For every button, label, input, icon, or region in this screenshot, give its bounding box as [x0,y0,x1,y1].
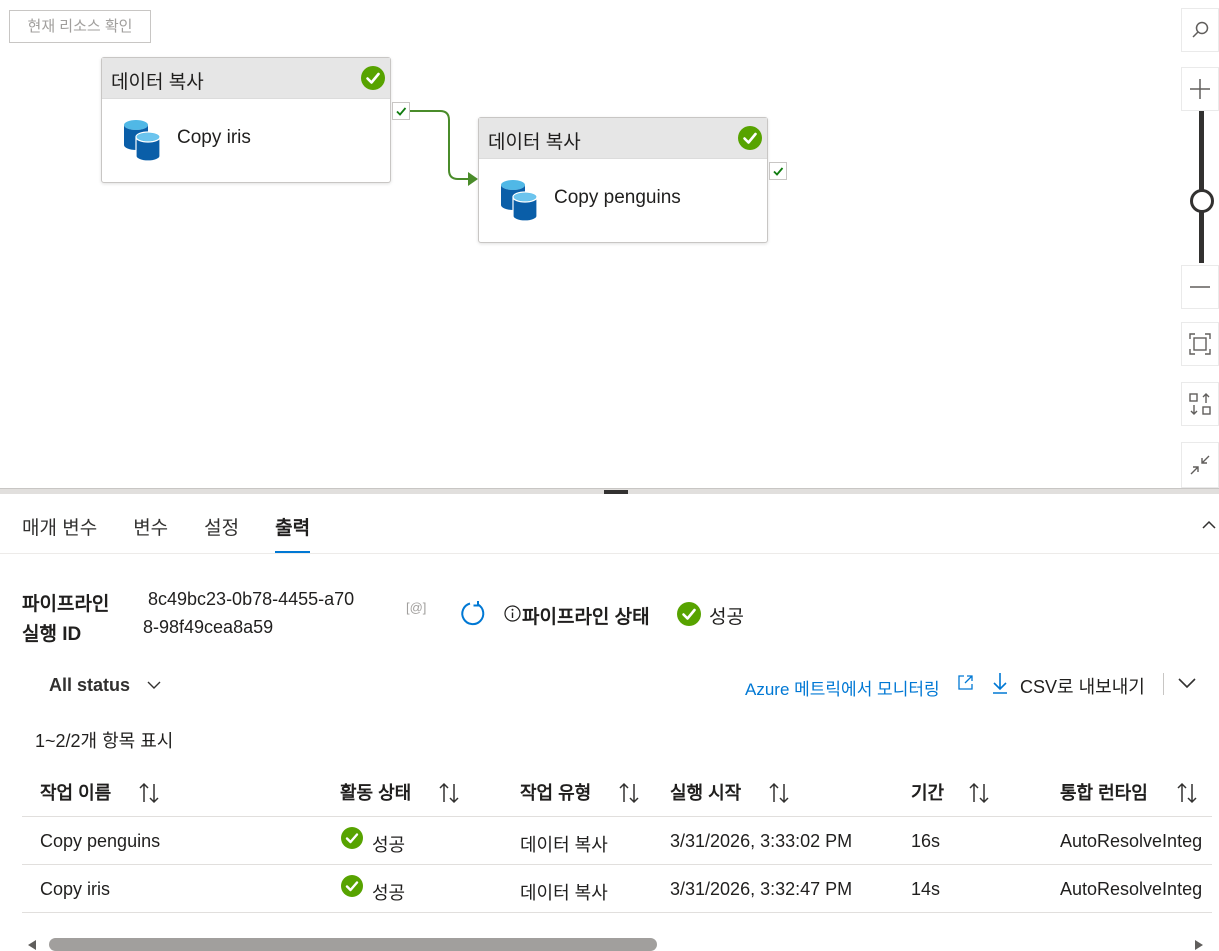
collapse-icon [1190,455,1210,475]
item-count-label: 1~2/2개 항목 표시 [35,731,174,751]
zoom-slider-thumb[interactable] [1190,189,1214,213]
cell-activity-type: 데이터 복사 [520,835,608,855]
header-divider [22,816,1212,817]
activity-name: Copy iris [177,127,251,148]
success-check-icon [677,602,701,626]
splitter-grip[interactable] [604,490,628,494]
zoom-out-button[interactable] [1181,265,1219,309]
database-icon [124,120,161,161]
search-icon [1192,21,1209,38]
column-header-activity-name[interactable]: 작업 이름 [40,779,111,805]
cell-duration: 16s [911,831,941,851]
bottom-panel-tabs: 매개 변수 변수 설정 출력 [22,513,346,554]
cell-activity-name[interactable]: Copy penguins [40,831,160,852]
column-header-activity-status[interactable]: 활동 상태 [340,779,411,805]
success-output-port[interactable] [769,162,787,180]
cell-integration-runtime: AutoResolveInteg [1060,879,1203,899]
success-output-port[interactable] [392,102,410,120]
success-check-icon [341,827,363,849]
fit-to-screen-button[interactable] [1181,322,1219,366]
activity-name: Copy penguins [554,187,681,208]
cell-activity-status: 성공 [372,835,406,855]
sort-icon[interactable] [767,781,791,805]
column-header-duration[interactable]: 기간 [911,779,944,805]
success-check-icon [341,875,363,897]
copy-icon[interactable]: [@] [406,600,426,615]
info-icon[interactable] [504,605,521,622]
sort-icon[interactable] [617,781,641,805]
scroll-right-arrow-icon[interactable] [1193,939,1205,951]
chevron-down-icon[interactable] [147,680,161,690]
row-divider [22,912,1212,913]
cell-activity-name[interactable]: Copy iris [40,879,110,900]
cell-run-start: 3/31/2026, 3:32:47 PM [670,879,853,899]
auto-align-icon [1189,393,1211,415]
scrollbar-thumb[interactable] [49,938,657,951]
column-header-run-start[interactable]: 실행 시작 [670,779,741,805]
fit-to-screen-icon [1189,333,1211,355]
activity-copy-penguins[interactable]: 데이터 복사 Copy penguins [478,117,768,243]
cell-activity-status: 성공 [372,883,406,903]
pipeline-run-id-label-line2: 실행 ID [22,624,82,645]
sort-icon[interactable] [137,781,161,805]
azure-monitor-link[interactable]: Azure 메트릭에서 모니터링 [745,675,940,700]
tab-output[interactable]: 출력 [275,513,310,554]
external-link-icon[interactable] [957,674,974,691]
database-icon [501,180,538,221]
activity-type-label: 데이터 복사 [102,58,390,99]
cell-run-start: 3/31/2026, 3:33:02 PM [670,831,853,851]
export-csv-button[interactable]: CSV로 내보내기 [1020,673,1145,699]
sort-icon[interactable] [967,781,991,805]
scroll-left-arrow-icon[interactable] [26,939,38,951]
tabs-divider [0,553,1219,554]
activity-copy-iris[interactable]: 데이터 복사 Copy iris [101,57,391,183]
sort-icon[interactable] [437,781,461,805]
toolbar-divider [1163,673,1164,695]
pipeline-run-id-value: 8c49bc23-0b78-4455-a70 [148,589,355,609]
success-check-icon [361,66,385,90]
column-header-integration-runtime[interactable]: 통합 런타임 [1060,779,1148,805]
refresh-button[interactable] [459,600,487,633]
zoom-slider-track[interactable] [1199,111,1204,263]
status-filter-dropdown[interactable]: All status [49,675,130,696]
row-divider [22,864,1212,865]
tab-settings[interactable]: 설정 [204,513,239,554]
collapse-panel-button[interactable] [1201,518,1217,536]
zoom-out-icon [1190,286,1210,288]
chevron-up-icon [1202,520,1216,529]
pipeline-canvas[interactable]: 현재 리소스 확인 데이터 복사 Copy iris 데이터 복사 Copy p… [0,0,1219,488]
pipeline-run-id-label: 파이프라인 [22,594,110,615]
cell-duration: 14s [911,879,941,899]
pipeline-status-value: 성공 [709,607,744,628]
sort-icon[interactable] [1175,781,1199,805]
pipeline-status-label: 파이프라인 상태 [522,607,650,628]
cell-activity-type: 데이터 복사 [520,883,608,903]
zoom-in-icon [1190,79,1210,99]
collapse-canvas-button[interactable] [1181,442,1219,488]
pipeline-run-id-value-line2: 8-98f49cea8a59 [143,617,274,637]
refresh-icon [461,601,485,626]
chevron-down-icon[interactable] [1177,676,1197,690]
download-icon[interactable] [991,671,1009,695]
zoom-in-button[interactable] [1181,67,1219,111]
tab-parameters[interactable]: 매개 변수 [22,513,97,554]
activity-type-label: 데이터 복사 [479,118,767,159]
tab-variables[interactable]: 변수 [133,513,168,554]
search-button[interactable] [1181,8,1219,52]
success-check-icon [738,126,762,150]
column-header-activity-type[interactable]: 작업 유형 [520,779,591,805]
auto-align-button[interactable] [1181,382,1219,426]
cell-integration-runtime: AutoResolveInteg [1060,831,1203,851]
